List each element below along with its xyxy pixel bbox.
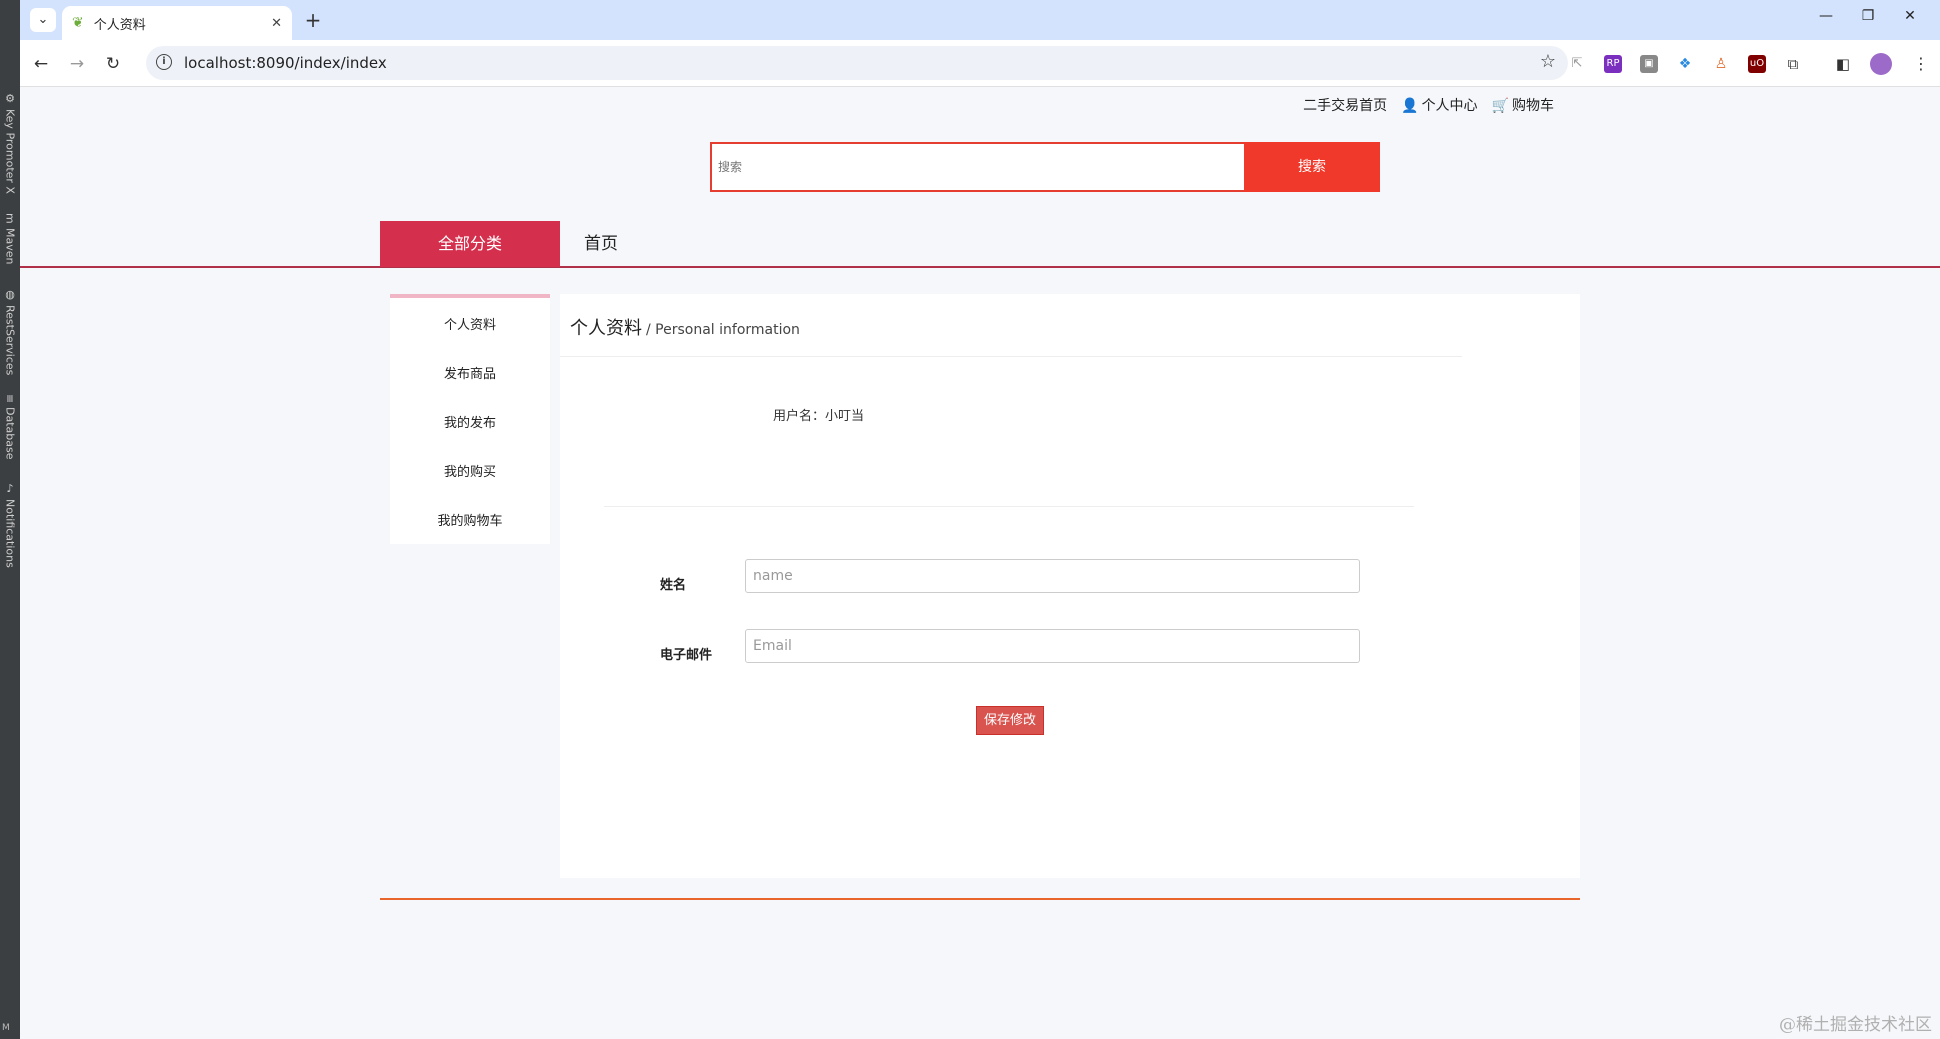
new-tab-button[interactable]: +: [300, 7, 326, 33]
browser-tab-bar: ⌄ ❦ 个人资料 ✕ + — ❐ ✕: [20, 0, 1940, 40]
media-extension-icon[interactable]: ▣: [1640, 55, 1658, 73]
page-body: 二手交易首页 👤个人中心 🛒购物车 搜索 全部分类 首页 个人资料 发布商品 我…: [20, 87, 1940, 1039]
plus-icon: +: [304, 8, 322, 32]
close-tab-icon[interactable]: ✕: [271, 16, 282, 31]
user-icon: 👤: [1401, 98, 1419, 114]
restore-button[interactable]: ❐: [1848, 8, 1888, 24]
link-trade-home[interactable]: 二手交易首页: [1303, 95, 1387, 115]
tab-title: 个人资料: [93, 17, 146, 33]
name-label: 姓名: [660, 578, 687, 593]
ublock-extension-icon[interactable]: uO: [1748, 55, 1766, 73]
minimize-icon: —: [1819, 8, 1833, 24]
search-button[interactable]: 搜索: [1244, 142, 1380, 192]
nav-all-categories[interactable]: 全部分类: [380, 221, 560, 267]
address-bar[interactable]: i localhost:8090/index/index ☆: [146, 46, 1568, 80]
username-text: 用户名：小叮当: [773, 409, 865, 424]
link-cart[interactable]: 🛒 购物车: [1492, 95, 1554, 115]
globe-icon: ◍: [3, 288, 17, 301]
profile-content: 个人资料 / Personal information 用户名：小叮当 姓名 电…: [560, 294, 1580, 878]
side-panel-icon[interactable]: ◧: [1834, 55, 1852, 73]
top-links: 二手交易首页 👤 个人中心 🛒 购物车: [1303, 95, 1554, 115]
ide-notifications[interactable]: ♪ Notifications: [0, 482, 20, 572]
close-window-button[interactable]: ✕: [1890, 8, 1930, 24]
ide-bottom-icon[interactable]: M: [2, 1023, 18, 1037]
reload-icon: ↻: [105, 54, 121, 74]
bell-icon: ♪: [3, 482, 17, 495]
info-icon[interactable]: i: [156, 54, 172, 70]
profile-avatar[interactable]: [1870, 53, 1892, 75]
minimize-button[interactable]: —: [1806, 8, 1846, 24]
cursor-extension-icon[interactable]: ⇱: [1568, 55, 1586, 73]
email-field[interactable]: [745, 629, 1360, 663]
name-field[interactable]: [745, 559, 1360, 593]
browser-toolbar: ← → ↻ i localhost:8090/index/index ☆ ⇱ R…: [20, 40, 1940, 87]
sidebar-item-publish[interactable]: 发布商品: [390, 350, 550, 399]
menu-kebab-icon[interactable]: ⋮: [1912, 55, 1930, 73]
link-user-center[interactable]: 👤 个人中心: [1401, 95, 1477, 115]
chevron-down-icon: ⌄: [37, 12, 49, 27]
cart-icon: 🛒: [1491, 98, 1509, 114]
search-input[interactable]: [712, 144, 1244, 190]
back-button[interactable]: ←: [28, 51, 54, 77]
tree-extension-icon[interactable]: ♙: [1712, 55, 1730, 73]
close-icon: ✕: [1904, 8, 1916, 24]
browser-tab-active[interactable]: ❦ 个人资料 ✕: [62, 6, 292, 40]
arrow-left-icon: ←: [33, 54, 49, 74]
maven-icon: m: [3, 213, 17, 224]
ide-maven[interactable]: m Maven: [0, 213, 20, 273]
puzzle-extensions-icon[interactable]: ⧉: [1784, 55, 1802, 73]
restore-icon: ❐: [1861, 8, 1875, 24]
page-title-en: / Personal information: [646, 322, 800, 338]
reload-button[interactable]: ↻: [100, 51, 126, 77]
user-sidebar: 个人资料 发布商品 我的发布 我的购买 我的购物车: [390, 294, 550, 544]
ide-restservices[interactable]: ◍ RestServices: [0, 288, 20, 375]
layers-extension-icon[interactable]: ❖: [1676, 55, 1694, 73]
key-promoter-icon: ⚙: [3, 92, 17, 105]
watermark: @稀土掘金技术社区: [1779, 1015, 1932, 1035]
email-label: 电子邮件: [660, 648, 713, 663]
divider: [604, 506, 1414, 507]
database-icon: ≡: [3, 394, 17, 404]
footer-divider: [380, 898, 1580, 900]
sidebar-item-my-cart[interactable]: 我的购物车: [390, 497, 550, 546]
bookmark-star-icon[interactable]: ☆: [1540, 51, 1556, 72]
arrow-right-icon: →: [69, 54, 85, 74]
page-title-zh: 个人资料: [570, 318, 642, 339]
tab-list-button[interactable]: ⌄: [30, 8, 56, 32]
ide-key-promoter-x[interactable]: ⚙ Key Promoter X: [0, 92, 20, 194]
ide-database[interactable]: ≡ Database: [0, 394, 20, 464]
ide-side-strip: ⚙ Key Promoter X m Maven ◍ RestServices …: [0, 0, 20, 1039]
save-button[interactable]: 保存修改: [976, 706, 1044, 735]
leaf-favicon-icon: ❦: [72, 15, 84, 31]
sidebar-item-my-purchases[interactable]: 我的购买: [390, 448, 550, 497]
nav-home[interactable]: 首页: [584, 221, 618, 267]
sidebar-item-profile[interactable]: 个人资料: [390, 301, 550, 350]
divider: [560, 356, 1462, 357]
address-url[interactable]: localhost:8090/index/index: [184, 54, 387, 72]
sidebar-item-my-posts[interactable]: 我的发布: [390, 399, 550, 448]
forward-button[interactable]: →: [64, 51, 90, 77]
main-nav: 全部分类 首页: [20, 221, 1940, 268]
search-box: [710, 142, 1246, 192]
rp-extension-icon[interactable]: RP: [1604, 55, 1622, 73]
page-title: 个人资料 / Personal information: [570, 314, 800, 340]
